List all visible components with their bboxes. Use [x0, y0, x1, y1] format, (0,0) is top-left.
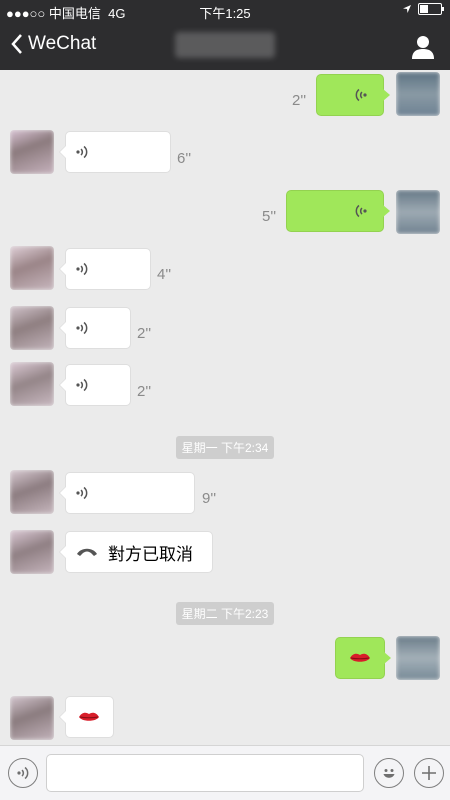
voice-duration: 2''	[137, 325, 152, 342]
voice-message[interactable]	[286, 190, 390, 232]
status-time: 下午1:25	[199, 6, 251, 21]
avatar[interactable]	[10, 696, 54, 740]
call-status-text: 對方已取消	[108, 544, 193, 564]
voice-duration: 4''	[157, 266, 172, 283]
lips-icon	[79, 712, 99, 721]
avatar[interactable]	[10, 530, 54, 574]
timestamp-text: 星期一 下午2:34	[175, 436, 275, 459]
location-arrow-icon	[403, 5, 411, 13]
voice-message[interactable]	[59, 472, 195, 514]
voice-wave-icon	[76, 262, 88, 276]
phone-hangup-icon	[77, 548, 97, 556]
voice-message[interactable]	[59, 131, 171, 173]
voice-message[interactable]	[316, 74, 390, 116]
voice-wave-icon	[76, 378, 88, 392]
voice-wave-icon	[355, 204, 367, 218]
avatar[interactable]	[396, 72, 440, 116]
battery-icon	[418, 3, 444, 15]
more-button[interactable]	[414, 758, 444, 788]
avatar[interactable]	[10, 470, 54, 514]
status-bar: ●●●○○ 中国电信 4G 下午1:25	[0, 0, 450, 22]
timestamp-text: 星期二 下午2:23	[175, 602, 275, 625]
message-input[interactable]	[46, 754, 364, 792]
chevron-left-icon	[11, 34, 22, 54]
chat-area[interactable]: 2'' 6'' 5'' 4'' 2'' 2'' 星期一 下午2:34 9'' 對…	[0, 70, 450, 745]
voice-icon	[17, 766, 29, 780]
emoji-button[interactable]	[374, 758, 404, 788]
avatar[interactable]	[10, 246, 54, 290]
lips-icon	[350, 653, 370, 662]
nav-bar: WeChat	[0, 22, 450, 70]
voice-message[interactable]	[59, 307, 131, 349]
voice-message[interactable]	[59, 364, 131, 406]
chat-title-blurred	[175, 32, 275, 58]
voice-duration: 9''	[202, 490, 217, 507]
voice-duration: 5''	[262, 208, 277, 225]
voice-duration: 6''	[177, 150, 192, 167]
smiley-icon	[383, 769, 395, 778]
emoji-message[interactable]	[335, 637, 391, 679]
avatar[interactable]	[10, 130, 54, 174]
voice-wave-icon	[76, 145, 88, 159]
timestamp: 星期一 下午2:34	[0, 436, 450, 459]
voice-wave-icon	[355, 88, 367, 102]
avatar[interactable]	[10, 306, 54, 350]
call-message[interactable]: 對方已取消	[59, 531, 213, 573]
voice-wave-icon	[76, 486, 88, 500]
voice-message[interactable]	[59, 248, 151, 290]
avatar[interactable]	[10, 362, 54, 406]
input-bar	[0, 745, 450, 800]
voice-duration: 2''	[292, 92, 307, 109]
voice-wave-icon	[76, 321, 88, 335]
back-button[interactable]: WeChat	[10, 33, 96, 55]
voice-toggle-button[interactable]	[8, 758, 38, 788]
back-label: WeChat	[28, 33, 97, 54]
voice-duration: 2''	[137, 383, 152, 400]
person-icon[interactable]	[410, 34, 436, 60]
avatar[interactable]	[396, 190, 440, 234]
timestamp: 星期二 下午2:23	[0, 602, 450, 625]
status-right	[402, 3, 444, 15]
plus-icon	[422, 766, 436, 780]
avatar[interactable]	[396, 636, 440, 680]
emoji-message[interactable]	[59, 696, 114, 738]
